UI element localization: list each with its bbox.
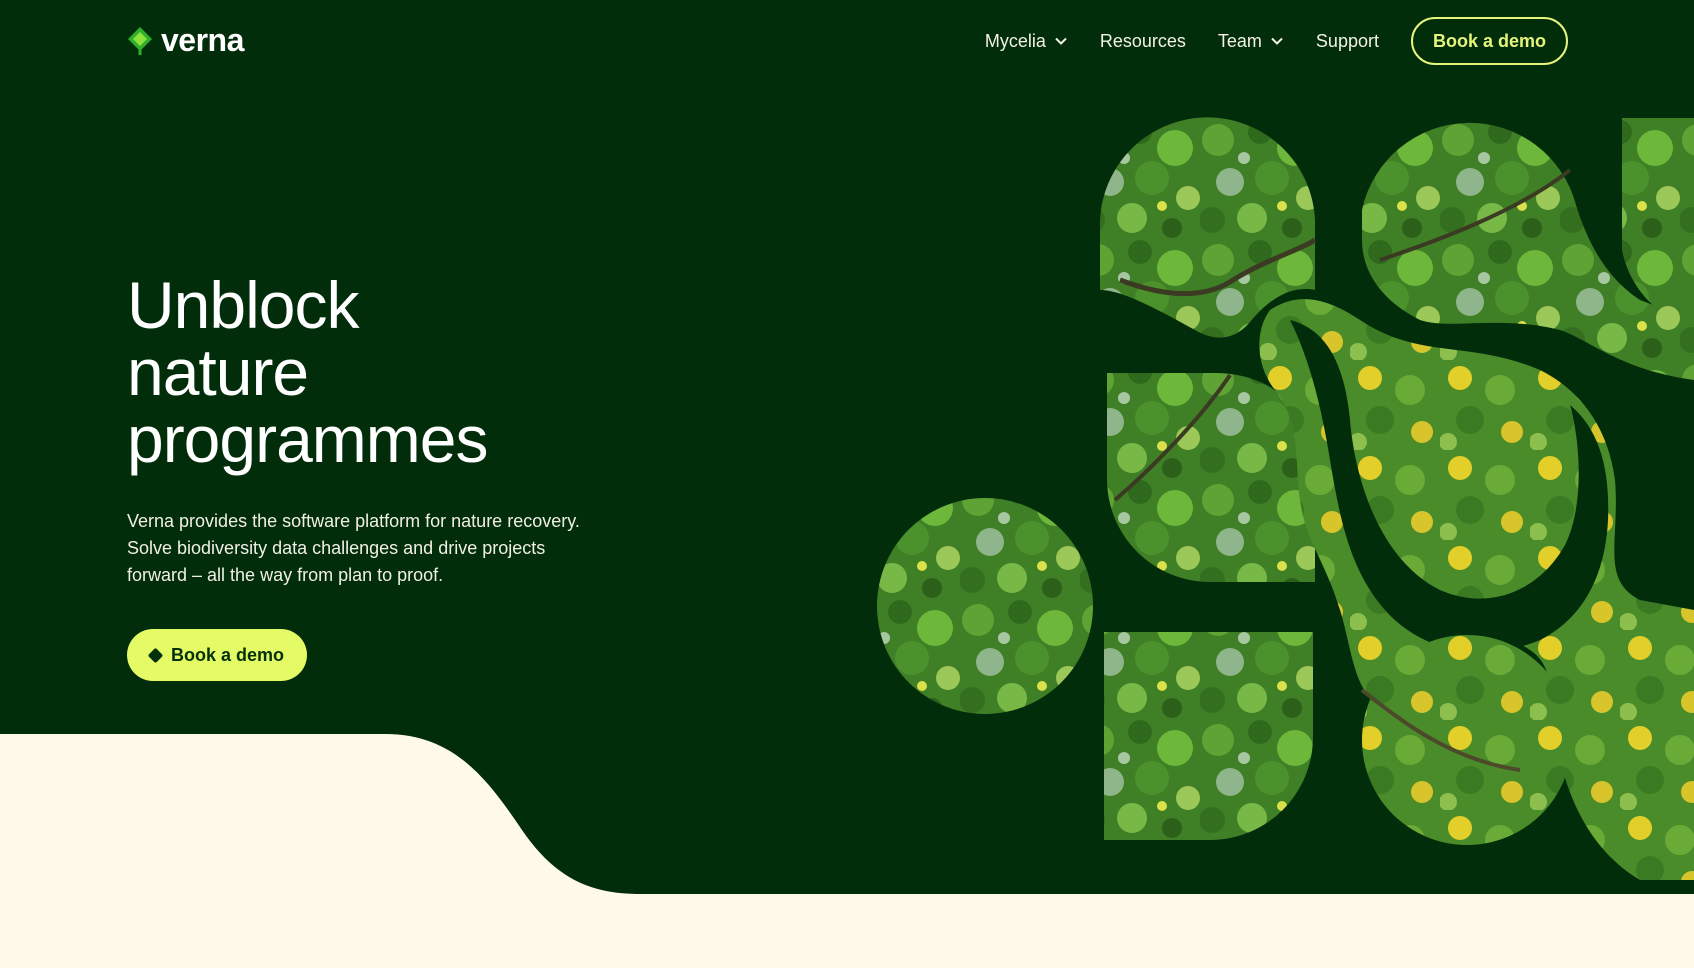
nav-item-team[interactable]: Team: [1218, 31, 1284, 52]
chevron-down-icon: [1055, 37, 1067, 45]
book-demo-hero-label: Book a demo: [170, 644, 285, 665]
hero-headline-line: nature: [127, 335, 309, 409]
nav-item-support[interactable]: Support: [1316, 31, 1379, 52]
book-demo-hero-button[interactable]: Book a demo: [127, 629, 307, 681]
hero-description-line: forward – all the way from plan to proof…: [127, 565, 444, 585]
hero-description: Verna provides the software platform for…: [127, 508, 627, 589]
site-header: verna Mycelia Resources Team Support Boo…: [0, 0, 1694, 84]
hero-background: [0, 0, 1694, 968]
chevron-down-icon: [1271, 37, 1283, 45]
nav-item-resources[interactable]: Resources: [1100, 31, 1186, 52]
nav-item-mycelia[interactable]: Mycelia: [985, 31, 1068, 52]
nav-item-label: Team: [1217, 30, 1262, 51]
brand-logo[interactable]: verna: [127, 22, 244, 59]
main-nav: Mycelia Resources Team Support Book a de…: [985, 15, 1568, 67]
hero-description-line: Verna provides the software platform for…: [127, 511, 580, 531]
book-demo-header-button[interactable]: Book a demo: [1410, 17, 1568, 65]
hero-headline-line: Unblock: [127, 268, 359, 342]
hero-headline-line: programmes: [127, 402, 488, 476]
diamond-icon: [147, 647, 164, 663]
hero-headline: Unblock nature programmes: [127, 272, 687, 473]
nav-item-label: Mycelia: [984, 30, 1046, 51]
hero-description-line: Solve biodiversity data challenges and d…: [127, 538, 546, 558]
nav-item-label: Support: [1315, 30, 1379, 51]
nav-item-label: Resources: [1099, 30, 1186, 51]
brand-name: verna: [161, 22, 244, 58]
leaf-diamond-icon: [128, 26, 152, 55]
